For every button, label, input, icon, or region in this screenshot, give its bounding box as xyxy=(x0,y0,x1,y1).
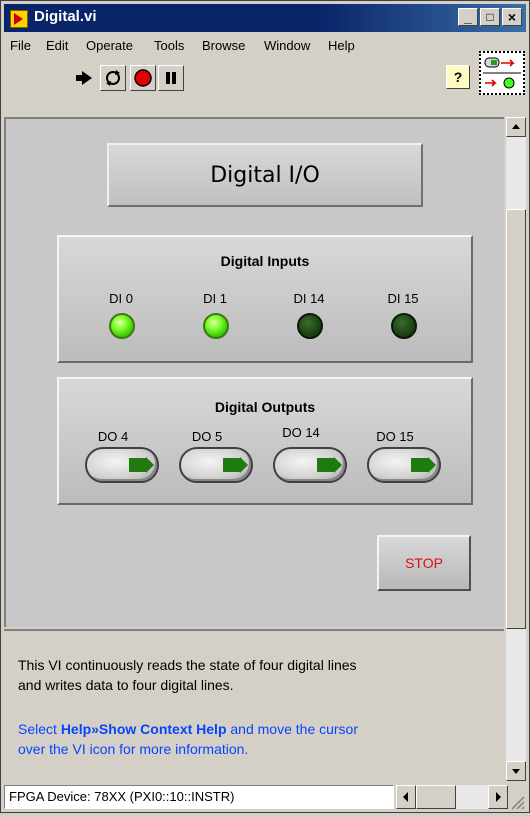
pause-icon xyxy=(166,72,176,84)
panel-title-label: Digital I/O xyxy=(107,143,423,207)
status-bar: FPGA Device: 78XX (PXI0::10::INSTR) xyxy=(4,783,526,811)
scroll-left-button[interactable] xyxy=(396,785,416,809)
execution-target[interactable]: FPGA Device: 78XX (PXI0::10::INSTR) xyxy=(4,785,394,809)
horizontal-scrollbar[interactable] xyxy=(396,785,508,809)
stop-button[interactable]: STOP xyxy=(377,535,471,591)
menu-operate[interactable]: Operate xyxy=(86,38,133,53)
do-4-switch[interactable] xyxy=(85,447,159,483)
do-15-switch[interactable] xyxy=(367,447,441,483)
switch-arrow-icon xyxy=(317,457,342,473)
scroll-thumb[interactable] xyxy=(506,209,526,629)
arrow-left-icon xyxy=(403,792,408,802)
help-instruction-line-1: Select Help»Show Context Help and move t… xyxy=(18,719,488,739)
scroll-right-button[interactable] xyxy=(488,785,508,809)
connector-pane-icon[interactable] xyxy=(479,51,525,95)
stop-sign-icon xyxy=(134,69,152,87)
digital-outputs-group: Digital Outputs DO 4 DO 5 DO 14 DO 15 xyxy=(57,377,473,505)
do-4-label: DO 4 xyxy=(97,429,129,444)
description-line-2: and writes data to four digital lines. xyxy=(18,677,234,693)
run-button[interactable] xyxy=(72,65,98,91)
help-prefix: Select xyxy=(18,721,61,737)
pause-button[interactable] xyxy=(158,65,184,91)
run-continuously-icon xyxy=(106,70,120,86)
switch-arrow-icon xyxy=(223,457,248,473)
arrow-up-icon xyxy=(512,124,520,129)
scroll-down-button[interactable] xyxy=(506,761,526,781)
di-1-label: DI 1 xyxy=(203,291,227,306)
help-suffix: and move the cursor xyxy=(226,721,359,737)
close-button[interactable]: × xyxy=(502,8,522,26)
toolbar: ? xyxy=(4,61,474,97)
do-14-label: DO 14 xyxy=(282,425,320,440)
di-1-led xyxy=(203,313,229,339)
menu-tools[interactable]: Tools xyxy=(154,38,184,53)
run-continuously-button[interactable] xyxy=(100,65,126,91)
do-5-label: DO 5 xyxy=(191,429,223,444)
di-0-led xyxy=(109,313,135,339)
context-help-link[interactable]: Help»Show Context Help xyxy=(61,721,227,737)
do-15-label: DO 15 xyxy=(376,429,414,444)
context-help-button[interactable]: ? xyxy=(446,65,470,89)
vi-description: This VI continuously reads the state of … xyxy=(4,629,504,781)
description-line-1: This VI continuously reads the state of … xyxy=(18,657,357,673)
vertical-scrollbar[interactable] xyxy=(506,117,526,781)
di-14-led xyxy=(297,313,323,339)
minimize-button[interactable]: _ xyxy=(458,8,478,26)
scroll-up-button[interactable] xyxy=(506,117,526,137)
switch-arrow-icon xyxy=(411,457,436,473)
menu-browse[interactable]: Browse xyxy=(202,38,245,53)
arrow-right-icon xyxy=(496,792,501,802)
do-5-switch[interactable] xyxy=(179,447,253,483)
abort-button[interactable] xyxy=(130,65,156,91)
connector-glyph-icon xyxy=(483,57,521,89)
di-14-label: DI 14 xyxy=(293,291,325,306)
switch-arrow-icon xyxy=(129,457,154,473)
menu-edit[interactable]: Edit xyxy=(46,38,68,53)
title-bar[interactable]: Digital.vi _ □ × xyxy=(4,4,526,32)
labview-vi-icon xyxy=(10,10,28,28)
menu-window[interactable]: Window xyxy=(264,38,310,53)
run-arrow-icon xyxy=(76,71,92,85)
digital-outputs-title: Digital Outputs xyxy=(214,399,316,415)
digital-inputs-title: Digital Inputs xyxy=(220,253,310,269)
menu-file[interactable]: File xyxy=(10,38,31,53)
di-15-led xyxy=(391,313,417,339)
resize-grip-icon[interactable] xyxy=(508,793,526,811)
help-instruction-line-2: over the VI icon for more information. xyxy=(18,741,249,757)
horizontal-scroll-thumb[interactable] xyxy=(416,785,456,809)
do-14-switch[interactable] xyxy=(273,447,347,483)
vi-window: Digital.vi _ □ × File Edit Operate Tools… xyxy=(0,0,530,813)
digital-inputs-group: Digital Inputs DI 0 DI 1 DI 14 DI 15 xyxy=(57,235,473,363)
menu-help[interactable]: Help xyxy=(328,38,355,53)
maximize-button[interactable]: □ xyxy=(480,8,500,26)
arrow-down-icon xyxy=(512,769,520,774)
window-title: Digital.vi xyxy=(34,8,97,25)
di-15-label: DI 15 xyxy=(387,291,419,306)
di-0-label: DI 0 xyxy=(109,291,133,306)
menu-bar: File Edit Operate Tools Browse Window He… xyxy=(4,33,474,59)
